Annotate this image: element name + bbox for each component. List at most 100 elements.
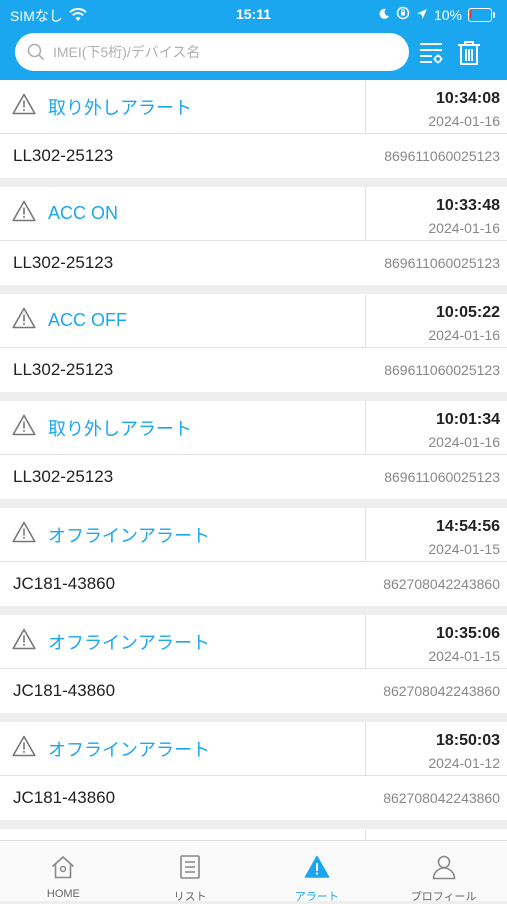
alert-time: 18:50:03 — [435, 732, 500, 749]
alert-card-footer: LL302-25123 869611060025123 — [0, 241, 507, 285]
battery-percent: 10% — [433, 6, 462, 23]
alert-list[interactable]: 取り外しアラート 10:34:08 2024-01-16 LL302-25123 869… — [0, 80, 507, 840]
tab-alerts[interactable]: アラート — [254, 841, 381, 903]
search-input[interactable] — [51, 43, 395, 61]
alert-title-area: ACC OFF — [0, 294, 365, 347]
alert-timestamp: 14:54:56 2024-01-15 — [365, 508, 507, 561]
top-header: SIMなし 15:11 10% — [0, 0, 507, 80]
device-imei: 869611060025123 — [384, 255, 500, 271]
alert-time: 10:33:48 — [435, 197, 500, 214]
tab-list[interactable]: リスト — [127, 841, 254, 903]
alert-time: 10:01:34 — [435, 411, 500, 428]
alert-card-header: ACC OFF 10:05:22 2024-01-16 — [0, 294, 507, 348]
alert-title-area: ACC ON — [0, 187, 365, 240]
alert-card[interactable]: オフラインアラート 10:35:06 2024-01-15 JC181-43860 86… — [0, 615, 507, 713]
alert-card-footer: LL302-25123 869611060025123 — [0, 455, 507, 499]
alert-date: 2024-01-16 — [428, 327, 500, 343]
tab-list-label: リスト — [173, 891, 207, 903]
alert-card-header: オフラインアラート 18:50:03 2024-01-12 — [0, 722, 507, 776]
tab-profile-label: プロフィール — [410, 891, 477, 903]
device-name: LL302-25123 — [13, 146, 114, 165]
device-name: JC181-43860 — [13, 681, 116, 700]
bottom-nav: HOME リスト アラート プロフィール — [0, 840, 507, 903]
tab-alerts-label: アラート — [294, 891, 339, 903]
warning-icon — [12, 414, 36, 441]
alert-timestamp: 10:35:06 2024-01-15 — [365, 615, 507, 668]
alert-card-partial[interactable] — [0, 829, 507, 840]
alert-title: ACC ON — [48, 203, 119, 223]
alert-timestamp: 10:33:48 2024-01-16 — [365, 187, 507, 240]
search-box[interactable] — [15, 33, 409, 71]
device-name: LL302-25123 — [13, 467, 114, 486]
alert-card[interactable]: 取り外しアラート 10:34:08 2024-01-16 LL302-25123 869… — [0, 80, 507, 178]
alert-date: 2024-01-16 — [428, 220, 500, 236]
profile-icon — [431, 854, 457, 885]
trash-icon[interactable] — [455, 38, 483, 66]
location-arrow-icon — [416, 7, 428, 23]
alert-title: ACC OFF — [48, 310, 127, 330]
alert-timestamp: 10:05:22 2024-01-16 — [365, 294, 507, 347]
alert-card[interactable]: オフラインアラート 18:50:03 2024-01-12 JC181-43860 86… — [0, 722, 507, 820]
alert-card-header: ACC ON 10:33:48 2024-01-16 — [0, 187, 507, 241]
alert-card-footer: JC181-43860 862708042243860 — [0, 562, 507, 606]
alert-card-footer: JC181-43860 862708042243860 — [0, 776, 507, 820]
alert-card-header: 取り外しアラート 10:01:34 2024-01-16 — [0, 401, 507, 455]
alert-card[interactable]: ACC ON 10:33:48 2024-01-16 LL302-25123 86961… — [0, 187, 507, 285]
alert-time: 10:05:22 — [435, 304, 500, 321]
alert-card-header: オフラインアラート 10:35:06 2024-01-15 — [0, 615, 507, 669]
device-imei: 869611060025123 — [384, 469, 500, 485]
alert-title-area: オフラインアラート — [0, 722, 365, 775]
alert-time: 10:34:08 — [435, 90, 500, 107]
alert-title: オフラインアラート — [48, 739, 210, 760]
alert-card[interactable]: 取り外しアラート 10:01:34 2024-01-16 LL302-25123 869… — [0, 401, 507, 499]
device-imei: 862708042243860 — [383, 790, 500, 806]
battery-icon — [468, 7, 495, 22]
status-bar: SIMなし 15:11 10% — [0, 0, 507, 30]
moon-icon — [378, 7, 390, 23]
alert-icon — [304, 854, 330, 885]
alert-timestamp: 10:34:08 2024-01-16 — [365, 80, 507, 133]
alert-date: 2024-01-16 — [428, 434, 500, 450]
alert-title-area: 取り外しアラート — [0, 80, 365, 133]
alert-time: 10:35:06 — [435, 625, 500, 642]
alert-timestamp: 10:01:34 2024-01-16 — [365, 401, 507, 454]
alert-title: オフラインアラート — [48, 525, 210, 546]
alert-title: 取り外しアラート — [48, 97, 192, 118]
device-name: LL302-25123 — [13, 360, 114, 379]
alert-title-area: オフラインアラート — [0, 615, 365, 668]
alert-date: 2024-01-12 — [428, 755, 500, 771]
alert-title: オフラインアラート — [48, 632, 210, 653]
warning-icon — [12, 521, 36, 548]
home-icon — [50, 854, 76, 885]
orientation-lock-icon — [396, 6, 410, 23]
device-name: LL302-25123 — [13, 253, 114, 272]
warning-icon — [12, 735, 36, 762]
warning-icon — [12, 307, 36, 334]
filter-settings-icon[interactable] — [417, 38, 445, 66]
alert-card-footer: LL302-25123 869611060025123 — [0, 348, 507, 392]
alert-title: 取り外しアラート — [48, 418, 192, 439]
tab-home-label: HOME — [46, 888, 80, 900]
warning-icon — [12, 628, 36, 655]
alert-date: 2024-01-15 — [428, 648, 500, 664]
alert-time: 14:54:56 — [435, 518, 500, 535]
tab-profile[interactable]: プロフィール — [380, 841, 507, 903]
search-icon — [27, 43, 45, 61]
alert-card-footer: JC181-43860 862708042243860 — [0, 669, 507, 713]
device-imei: 862708042243860 — [383, 683, 500, 699]
device-name: JC181-43860 — [13, 574, 116, 593]
alert-card[interactable]: ACC OFF 10:05:22 2024-01-16 LL302-25123 8696… — [0, 294, 507, 392]
alert-date: 2024-01-15 — [428, 541, 500, 557]
alert-card-footer: LL302-25123 869611060025123 — [0, 134, 507, 178]
device-imei: 869611060025123 — [384, 148, 500, 164]
alert-card-header — [0, 829, 507, 840]
alert-timestamp: 18:50:03 2024-01-12 — [365, 722, 507, 775]
alert-card[interactable]: オフラインアラート 14:54:56 2024-01-15 JC181-43860 86… — [0, 508, 507, 606]
alert-date: 2024-01-16 — [428, 113, 500, 129]
warning-icon — [12, 200, 36, 227]
alert-card-header: 取り外しアラート 10:34:08 2024-01-16 — [0, 80, 507, 134]
device-imei: 862708042243860 — [383, 576, 500, 592]
device-name: JC181-43860 — [13, 788, 116, 807]
tab-home[interactable]: HOME — [0, 841, 127, 901]
warning-icon — [12, 93, 36, 120]
